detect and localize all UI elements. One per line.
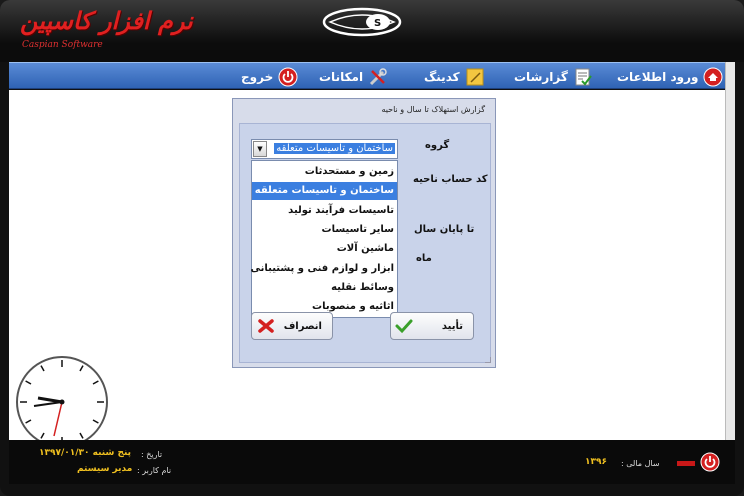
dropdown-option[interactable]: ابزار و لوازم فنی و پشتیبانی: [250, 260, 397, 278]
analog-clock-icon: [16, 356, 108, 448]
menu-label: خروج: [241, 69, 274, 84]
brand-emblem-icon: S: [322, 7, 402, 37]
indicator-bar: [677, 461, 695, 466]
group-dropdown-list: زمین و مستحدثات ساختمان و تاسیسات متعلقه…: [250, 160, 398, 318]
dropdown-option[interactable]: وسائط نقلیه: [252, 279, 397, 297]
area-code-label: کد حساب ناحیه: [413, 174, 488, 185]
app-logo-subtitle: Caspian Software: [22, 40, 103, 50]
resize-grip-icon[interactable]: [485, 357, 491, 363]
power-icon[interactable]: [700, 452, 720, 472]
main-menu-bar: ورود اطلاعات گزارشات کدینگ امکانات خروج: [9, 62, 725, 89]
group-label: گروه: [425, 140, 450, 151]
coding-icon: [466, 68, 484, 85]
combo-selected-value: ساختمان و تاسیسات متعلقه: [274, 143, 395, 154]
status-bar: تاریخ : پنج شنبه ۱۳۹۷/۰۱/۳۰ نام کاربر : …: [9, 440, 735, 484]
app-window: نرم افزار کاسپین Caspian Software S ورود…: [0, 0, 744, 496]
menu-label: امکانات: [319, 69, 364, 84]
side-scroll-strip[interactable]: [725, 62, 735, 440]
menu-coding[interactable]: کدینگ: [424, 66, 485, 87]
menu-exit[interactable]: خروج: [241, 66, 298, 87]
app-logo: نرم افزار کاسپین: [20, 6, 193, 35]
dropdown-option[interactable]: ماشین آلات: [252, 240, 397, 258]
menu-label: گزارشات: [514, 69, 568, 84]
menu-label: کدینگ: [424, 69, 460, 84]
cancel-label: انصراف: [283, 321, 322, 332]
date-value: پنج شنبه ۱۳۹۷/۰۱/۳۰: [39, 448, 131, 458]
home-icon: [703, 67, 723, 86]
dropdown-option[interactable]: زمین و مستحدثات: [252, 163, 397, 181]
dropdown-option-selected[interactable]: ساختمان و تاسیسات متعلقه: [252, 182, 397, 200]
checkmark-icon: [395, 319, 413, 334]
report-icon: [575, 68, 592, 86]
menu-tools[interactable]: امکانات: [319, 66, 388, 87]
menu-label: ورود اطلاعات: [617, 69, 699, 84]
user-value: مدیر سیستم: [77, 464, 133, 474]
power-icon: [278, 67, 298, 86]
dialog-title: گزارش استهلاک تا سال و ناحیه: [381, 105, 485, 114]
close-icon: [258, 319, 274, 333]
user-label: نام کاربر :: [137, 466, 172, 475]
cancel-button[interactable]: انصراف: [251, 312, 333, 340]
chevron-down-icon[interactable]: ▼: [253, 141, 267, 157]
dropdown-option[interactable]: سایر تاسیسات: [252, 221, 397, 239]
menu-data-entry[interactable]: ورود اطلاعات: [617, 66, 723, 87]
date-label: تاریخ :: [141, 450, 163, 459]
month-label: ماه: [416, 253, 432, 264]
fiscal-year-value: ۱۳۹۶: [585, 457, 607, 467]
svg-text:S: S: [374, 18, 381, 29]
dropdown-option[interactable]: تاسیسات فرآیند تولید: [252, 202, 397, 220]
to-year-end-label: تا پایان سال: [414, 224, 475, 235]
menu-reports[interactable]: گزارشات: [514, 66, 593, 87]
group-combobox[interactable]: ▼ ساختمان و تاسیسات متعلقه: [251, 139, 398, 159]
confirm-label: تأیید: [441, 321, 463, 332]
tools-icon: [370, 67, 387, 85]
fiscal-year-label: سال مالی :: [621, 459, 660, 468]
confirm-button[interactable]: تأیید: [390, 312, 474, 340]
title-bar: نرم افزار کاسپین Caspian Software S: [0, 0, 744, 62]
